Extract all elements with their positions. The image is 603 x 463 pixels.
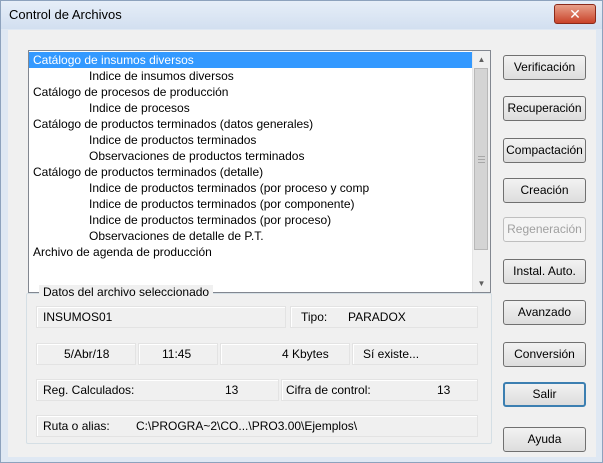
salir-button[interactable]: Salir [503,382,586,407]
details-group-title: Datos del archivo seleccionado [39,285,214,299]
list-item[interactable]: Indice de productos terminados [29,132,474,148]
list-item[interactable]: Indice de procesos [29,100,474,116]
window-title: Control de Archivos [9,7,122,22]
list-item[interactable]: Catálogo de productos terminados (detall… [29,164,474,180]
avanzado-button[interactable]: Avanzado [503,300,586,325]
file-list-items: Catálogo de insumos diversos Indice de in… [29,52,474,260]
list-item[interactable]: Catálogo de productos terminados (datos … [29,116,474,132]
list-item[interactable]: Indice de productos terminados (por proc… [29,180,474,196]
list-item[interactable]: Observaciones de productos terminados [29,148,474,164]
file-type-label: Tipo: [301,310,328,324]
scroll-grip-icon: ― ― ― [478,153,485,166]
list-item[interactable]: Catálogo de procesos de producción [29,84,474,100]
close-icon: ✕ [569,6,581,22]
instal-auto-button[interactable]: Instal. Auto. [503,259,586,284]
verificacion-button[interactable]: Verificación [503,55,586,80]
file-size-value: 4 Kbytes [282,347,329,361]
file-type-value: PARADOX [348,310,406,324]
reg-calculados-label: Reg. Calculados: [43,383,135,397]
file-size-field: 4 Kbytes [220,343,350,365]
file-listbox[interactable]: Catálogo de insumos diversos Indice de in… [28,50,491,293]
scroll-thumb[interactable]: ― ― ― [474,68,488,250]
path-label: Ruta o alias: [43,419,110,433]
file-time-field: 11:45 [138,343,218,365]
reg-calculados-field: Reg. Calculados: 13 [36,379,279,401]
selected-file-details-group: Datos del archivo seleccionado INSUMOS01… [26,285,492,444]
list-scrollbar[interactable]: ▲ ― ― ― ▼ [472,51,490,292]
list-item[interactable]: Indice de insumos diversos [29,68,474,84]
list-item[interactable]: Indice de productos terminados (por proc… [29,212,474,228]
compactacion-button[interactable]: Compactación [503,138,586,163]
reg-calculados-value: 13 [225,383,239,397]
list-item[interactable]: Archivo de agenda de producción [29,244,474,260]
file-name-value: INSUMOS01 [43,310,113,324]
title-bar[interactable]: Control de Archivos ✕ [1,1,602,29]
list-item[interactable]: Catálogo de insumos diversos [29,52,474,68]
regeneracion-button[interactable]: Regeneración [503,217,586,242]
list-item[interactable]: Observaciones de detalle de P.T. [29,228,474,244]
path-field: Ruta o alias: C:\PROGRA~2\CO...\PRO3.00\… [36,415,478,437]
cifra-control-label: Cifra de control: [286,383,371,397]
dialog-window: Control de Archivos ✕ Catálogo de insumo… [0,0,603,463]
cifra-control-field: Cifra de control: 13 [281,379,478,401]
dialog-client-area: Catálogo de insumos diversos Indice de in… [8,30,596,457]
file-date-value: 5/Abr/18 [64,347,110,361]
file-exists-field: Sí existe... [352,343,478,365]
creacion-button[interactable]: Creación [503,178,586,203]
file-name-field: INSUMOS01 [36,306,286,328]
conversion-button[interactable]: Conversión [503,342,586,367]
scroll-down-arrow-icon[interactable]: ▼ [473,275,490,292]
file-exists-value: Sí existe... [363,347,420,361]
close-button[interactable]: ✕ [554,4,596,24]
path-value: C:\PROGRA~2\CO...\PRO3.00\Ejemplos\ [136,419,358,433]
list-item[interactable]: Indice de productos terminados (por comp… [29,196,474,212]
file-type-field: Tipo: PARADOX [290,306,478,328]
file-time-value: 11:45 [162,347,192,361]
ayuda-button[interactable]: Ayuda [503,427,586,452]
scroll-up-arrow-icon[interactable]: ▲ [473,51,490,68]
cifra-control-value: 13 [437,383,451,397]
recuperacion-button[interactable]: Recuperación [503,96,586,121]
file-date-field: 5/Abr/18 [36,343,136,365]
